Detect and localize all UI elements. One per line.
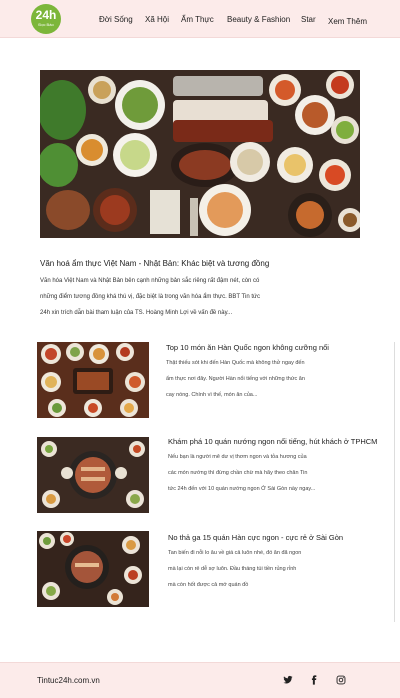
article-thumbnail-korean-food[interactable]	[37, 342, 149, 418]
nav-item-am-thuc[interactable]: Ẩm Thực	[181, 15, 214, 24]
feature-excerpt-line: những điểm tương đồng khá thú vị, đặc bi…	[40, 294, 261, 300]
nav-item-star[interactable]: Star	[301, 15, 316, 24]
instagram-icon[interactable]	[336, 675, 346, 685]
logo-subtext: Đọc Báo	[38, 22, 54, 27]
nav-item-doi-song[interactable]: Đời Sống	[99, 15, 133, 24]
article-thumbnail-bbq[interactable]	[37, 437, 149, 513]
feature-title[interactable]: Văn hoá ẩm thực Việt Nam - Nhật Bản: Khá…	[40, 259, 269, 268]
article-excerpt-line: các món nướng thì đừng chần chừ mà hãy t…	[168, 470, 308, 476]
article-excerpt-line: Thật thiếu sót khi đến Hàn Quốc mà không…	[166, 360, 305, 366]
article-excerpt-line: cay nóng. Chính vì thế, món ăn của...	[166, 392, 258, 398]
footer-site-name[interactable]: Tintuc24h.com.vn	[37, 676, 100, 685]
article-excerpt-line: ẩm thực nơi đây. Người Hàn nổi tiếng với…	[166, 376, 305, 382]
twitter-icon[interactable]	[283, 675, 293, 685]
nav-item-xa-hoi[interactable]: Xã Hội	[145, 15, 169, 24]
food-spread-image	[40, 70, 360, 238]
article-title[interactable]: Khám phá 10 quán nướng ngon nổi tiếng, h…	[168, 437, 377, 446]
article-excerpt-line: mà còn hốt được cả mớ quán đồ	[168, 582, 249, 588]
feature-excerpt-line: 24h xin trích dẫn bài tham luận của TS. …	[40, 310, 233, 316]
article-excerpt-line: mà lại còn rẻ dễ sợ luôn. Đầu tháng túi …	[168, 566, 297, 572]
article-excerpt-line: Tan biến đi nỗi lo âu về giá cả luôn nhé…	[168, 550, 302, 556]
facebook-icon[interactable]	[309, 675, 319, 685]
site-footer: Tintuc24h.com.vn	[0, 662, 400, 698]
feature-image[interactable]	[40, 70, 360, 238]
article-thumbnail-korean-restaurant[interactable]	[37, 531, 149, 607]
divider	[394, 342, 395, 622]
logo-text: 24h	[35, 8, 57, 22]
article-excerpt-line: tức 24h đến với 10 quán nướng ngon Ở Sài…	[168, 486, 316, 492]
article-excerpt-line: Nếu bạn là người mê dư vị thơm ngon và t…	[168, 454, 307, 460]
feature-excerpt-line: Văn hóa Việt Nam và Nhật Bản bên cạnh nh…	[40, 278, 260, 284]
article-title[interactable]: Top 10 món ăn Hàn Quốc ngon không cưỡng …	[166, 343, 329, 352]
site-header: 24h Đọc Báo Đời Sống Xã Hội Ẩm Thực Beau…	[0, 0, 400, 38]
article-title[interactable]: No thả ga 15 quán Hàn cực ngon - cực rẻ …	[168, 533, 343, 542]
nav-item-xem-them[interactable]: Xem Thêm	[328, 17, 367, 26]
site-logo[interactable]: 24h Đọc Báo	[31, 4, 61, 34]
nav-item-beauty-fashion[interactable]: Beauty & Fashion	[227, 15, 290, 24]
